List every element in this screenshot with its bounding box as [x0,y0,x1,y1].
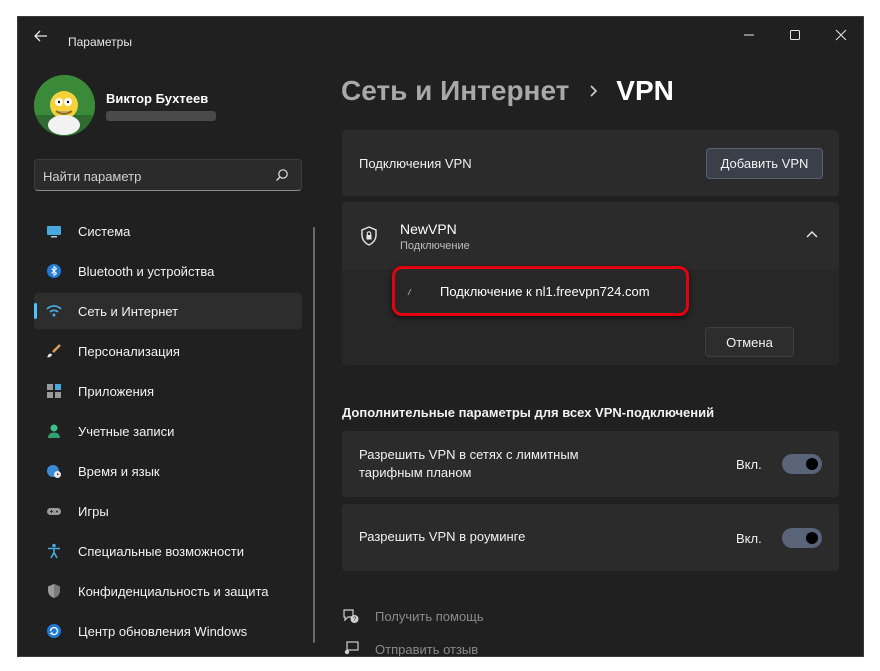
metered-network-toggle[interactable] [782,454,822,474]
sidebar-item-time-language[interactable]: Время и язык [34,453,302,489]
sidebar-item-gaming[interactable]: Игры [34,493,302,529]
advanced-section-title: Дополнительные параметры для всех VPN-по… [342,405,715,420]
shield-icon [48,584,60,598]
sidebar-item-network[interactable]: Сеть и Интернет [34,293,302,329]
sidebar-item-label: Система [78,224,131,239]
sidebar-item-accessibility[interactable]: Специальные возможности [34,533,302,569]
metered-network-label: Разрешить VPN в сетях с лимитным тарифны… [359,447,579,480]
sidebar-item-label: Время и язык [78,464,160,479]
chevron-right-icon [590,85,597,97]
close-icon [835,29,847,41]
person-icon [48,424,60,438]
maximize-button[interactable] [772,25,818,45]
globe-clock-icon [47,465,61,478]
roaming-toggle[interactable] [782,528,822,548]
help-icon: ? [343,609,359,623]
arrow-left-icon [34,30,47,42]
avatar-image [34,75,95,136]
search-icon[interactable] [275,168,289,182]
roaming-label: Разрешить VPN в роуминге [359,529,526,544]
avatar[interactable] [34,75,95,136]
wifi-icon [46,305,62,317]
sidebar-item-label: Игры [78,504,109,519]
gamepad-icon [47,508,61,515]
vpn-entry-card: NewVPN Подключение Подключение к nl1.fre… [342,202,839,365]
brush-icon [47,344,61,358]
sidebar-item-personalization[interactable]: Персонализация [34,333,302,369]
vpn-status: Подключение [400,240,470,252]
toggle-knob [806,458,818,470]
chevron-up-icon[interactable] [806,230,818,238]
highlight-annotation [392,266,689,316]
sidebar-item-label: Учетные записи [78,424,175,439]
breadcrumb: Сеть и Интернет VPN [341,75,674,115]
sidebar-item-label: Bluetooth и устройства [78,264,215,279]
app-title: Параметры [68,35,132,49]
vpn-connections-card: Подключения VPN Добавить VPN [342,130,839,196]
sidebar-item-apps[interactable]: Приложения [34,373,302,409]
sidebar-item-label: Конфиденциальность и защита [78,584,269,599]
sidebar-item-accounts[interactable]: Учетные записи [34,413,302,449]
sidebar-item-windows-update[interactable]: Центр обновления Windows [34,613,302,649]
sidebar-item-privacy[interactable]: Конфиденциальность и защита [34,573,302,609]
sidebar-item-label: Специальные возможности [78,544,244,559]
bluetooth-icon [47,264,61,278]
accessibility-icon [48,543,60,559]
sidebar-item-label: Персонализация [78,344,180,359]
active-indicator [34,303,37,319]
minimize-button[interactable] [726,25,772,45]
sidebar-scrollbar[interactable] [313,227,315,643]
settings-window: Параметры Виктор Бухтеев Найти параметр … [17,16,864,657]
sidebar-item-label: Центр обновления Windows [78,624,248,639]
maximize-icon [790,30,800,40]
vpn-connections-label: Подключения VPN [359,156,472,171]
update-icon [47,624,61,638]
sidebar-item-label: Приложения [78,384,155,399]
roaming-setting: Разрешить VPN в роуминге Вкл. [342,504,839,571]
toggle-knob [806,532,818,544]
sidebar-item-system[interactable]: Система [34,213,302,249]
sidebar-item-label: Сеть и Интернет [78,304,179,319]
vpn-entry-header[interactable]: NewVPN Подключение [342,202,839,269]
toggle-state-label: Вкл. [736,531,762,546]
search-input[interactable] [43,166,263,186]
vpn-shield-icon [361,226,377,246]
back-button[interactable] [28,26,54,44]
toggle-state-label: Вкл. [736,457,762,472]
get-help-label: Получить помощь [375,609,484,624]
cancel-button[interactable]: Отмена [705,327,794,357]
vpn-name: NewVPN [400,221,457,237]
page-title: VPN [616,75,674,106]
add-vpn-button[interactable]: Добавить VPN [706,148,823,179]
title-bar: Параметры [18,17,863,51]
metered-network-setting: Разрешить VPN в сетях с лимитным тарифны… [342,431,839,497]
user-name: Виктор Бухтеев [106,91,209,106]
search-box[interactable] [34,159,302,191]
sidebar-nav: Система Bluetooth и устройства Сеть и Ин… [34,213,302,653]
monitor-icon [47,226,61,238]
send-feedback-label: Отправить отзыв [375,642,479,657]
feedback-icon [344,641,359,655]
breadcrumb-parent[interactable]: Сеть и Интернет [341,75,569,106]
user-email-blurred [106,111,216,121]
minimize-icon [744,34,754,36]
close-button[interactable] [818,25,863,45]
sidebar-item-bluetooth[interactable]: Bluetooth и устройства [34,253,302,289]
apps-icon [47,384,61,398]
